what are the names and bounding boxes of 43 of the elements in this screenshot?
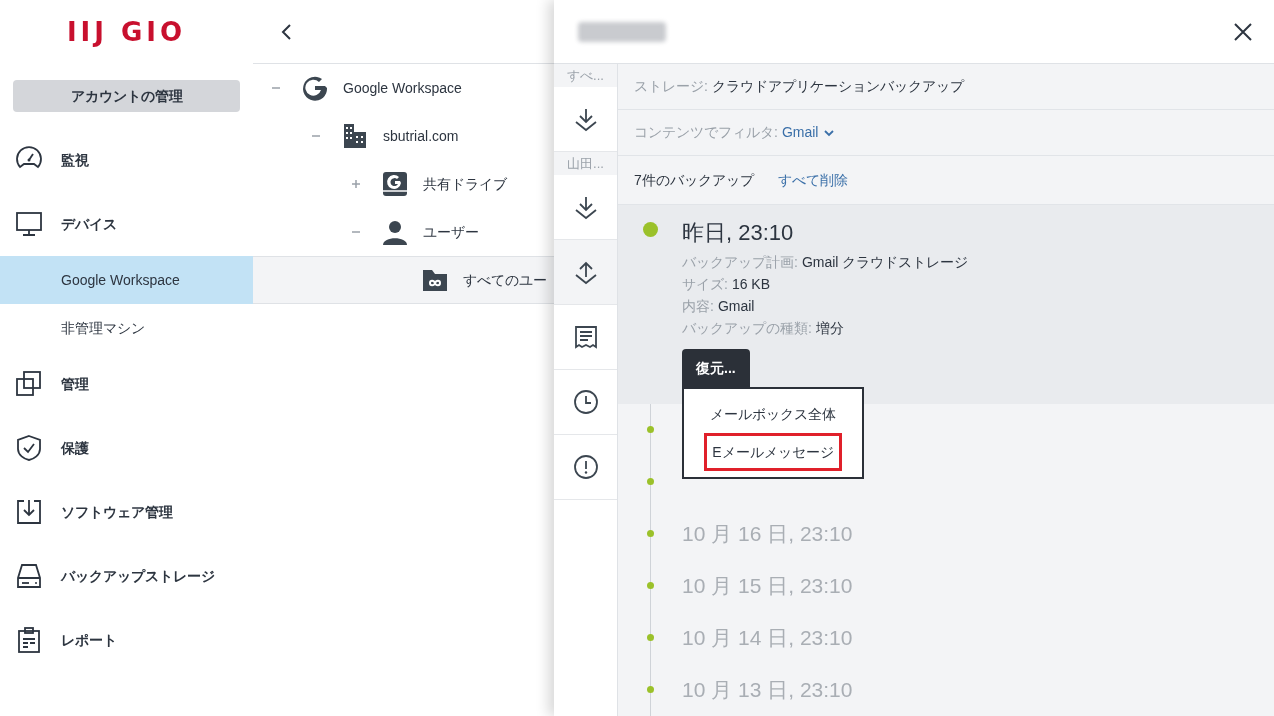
close-icon[interactable] — [1232, 20, 1254, 43]
tree-item[interactable]: Google Workspace — [253, 64, 554, 112]
account-management-button[interactable]: アカウントの管理 — [13, 80, 240, 112]
detail-value: Gmail クラウドストレージ — [801, 253, 969, 272]
squares-icon — [14, 369, 44, 399]
receipt-icon — [572, 324, 599, 350]
section-label: 山田... — [554, 152, 617, 175]
tree-item[interactable]: 共有ドライブ — [253, 160, 554, 208]
backup-date[interactable]: 昨日, 23:10 — [682, 219, 969, 247]
clock-icon — [572, 389, 599, 415]
storage-label: ストレージ: — [634, 77, 708, 96]
filter-label: コンテンツでフィルタ: — [634, 123, 778, 142]
filter-dropdown[interactable]: Gmail — [781, 122, 835, 143]
delete-all-link[interactable]: すべて削除 — [777, 169, 848, 191]
detail-label: バックアップの種類: — [682, 319, 812, 338]
menu-item[interactable]: Eメールメッセージ — [704, 433, 842, 471]
detail-label: バックアップ計画: — [682, 253, 798, 272]
restore-button[interactable]: 復元... — [682, 349, 750, 387]
chevron-down-icon — [824, 128, 835, 137]
drive-icon — [14, 561, 44, 591]
detail-value: 16 KB — [731, 275, 771, 294]
tree-item[interactable]: ユーザー — [253, 208, 554, 256]
logo: IIJ GIO — [66, 15, 187, 49]
monitor-icon — [14, 209, 44, 239]
nav-item[interactable]: Google Workspace — [0, 256, 253, 304]
building-icon — [341, 122, 369, 150]
alert-icon — [572, 454, 599, 480]
detail-label: サイズ: — [682, 275, 728, 294]
toolbar-button[interactable] — [554, 240, 617, 305]
drive-g-icon — [381, 170, 409, 198]
menu-item[interactable]: メールボックス全体 — [704, 395, 842, 433]
backup-count: 7件のバックアップ — [634, 170, 754, 190]
user-icon — [381, 218, 409, 246]
detail-value: 増分 — [815, 319, 844, 338]
detail-value: Gmail — [717, 297, 755, 316]
tree-item[interactable]: すべてのユー — [253, 256, 554, 304]
tree-item[interactable]: sbutrial.com — [253, 112, 554, 160]
google-g-icon — [301, 74, 329, 102]
storage-value: クラウドアプリケーションバックアップ — [711, 77, 964, 96]
shield-check-icon — [14, 433, 44, 463]
section-label: すべ... — [554, 64, 617, 87]
download-box-icon — [14, 497, 44, 527]
detail-label: 内容: — [682, 297, 714, 316]
